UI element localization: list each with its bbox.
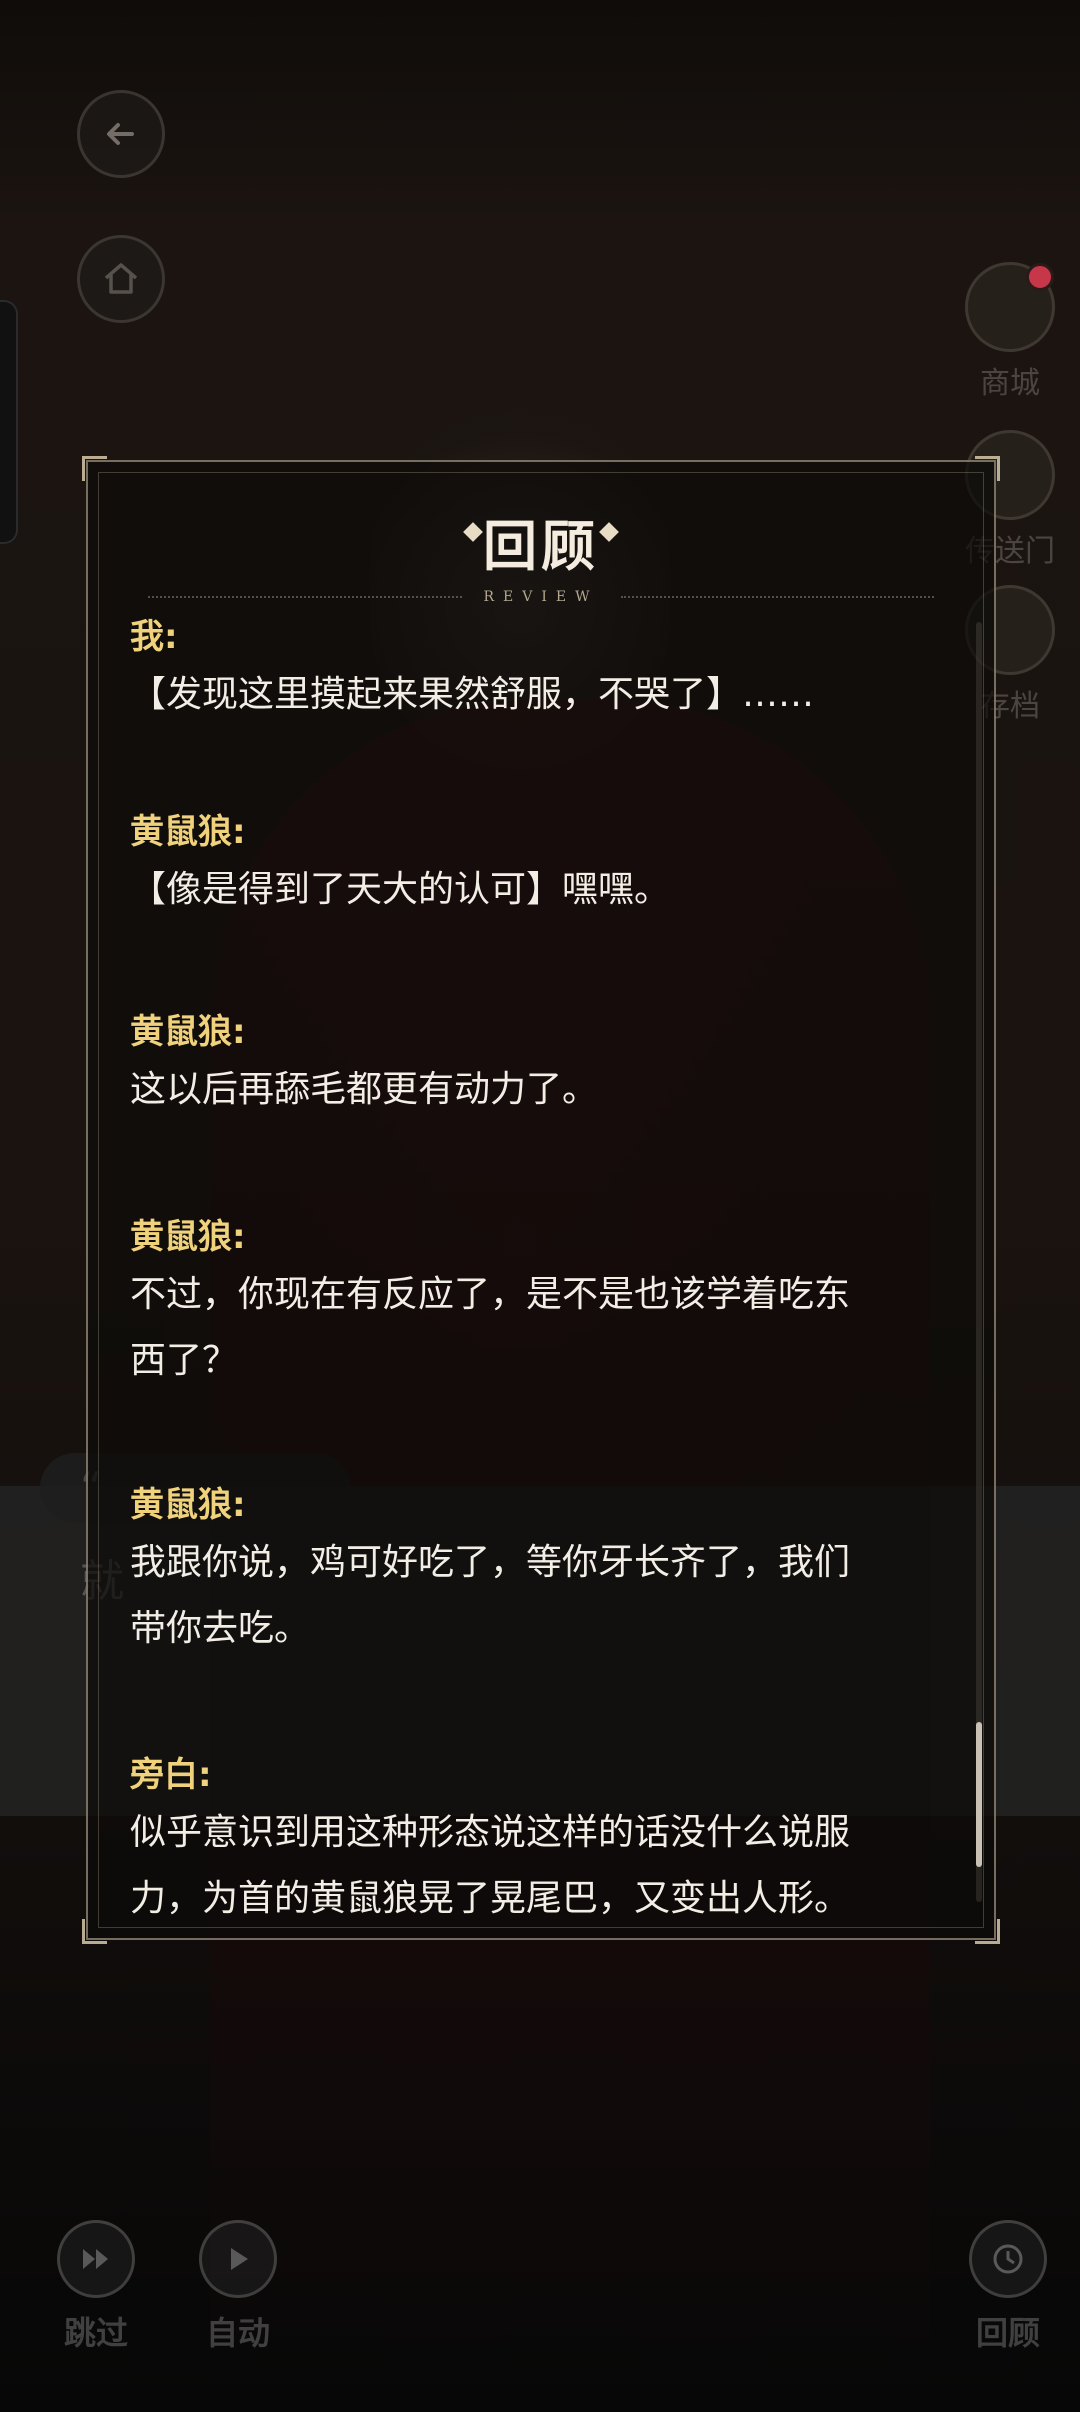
review-entry: 我: 【发现这里摸起来果然舒服，不哭了】……: [130, 612, 954, 728]
entry-text: 这以后再舔毛都更有动力了。: [130, 1069, 599, 1110]
review-label: 回顾: [975, 2314, 1040, 2352]
play-icon: [199, 2220, 277, 2298]
skip-label: 跳过: [63, 2314, 128, 2352]
notification-dot: [1026, 263, 1054, 291]
shop-avatar-icon: [965, 262, 1055, 352]
entry-text: 带你去吃。: [130, 1608, 311, 1649]
entry-text: 不过，你现在有反应了，是不是也该学着吃东: [130, 1274, 851, 1315]
corner-ornament: [975, 456, 1000, 481]
review-entry: 旁白: 似乎意识到用这种形态说这样的话没什么说服 力，为首的黄鼠狼晃了晃尾巴，又…: [130, 1750, 954, 1918]
review-log[interactable]: 我: 【发现这里摸起来果然舒服，不哭了】…… 黄鼠狼: 【像是得到了天大的认可】…: [130, 612, 954, 1918]
skip-button[interactable]: 跳过: [36, 2220, 156, 2354]
back-arrow-icon: [107, 123, 134, 145]
home-icon: [104, 263, 138, 294]
review-scrollbar[interactable]: [976, 622, 982, 1902]
corner-ornament: [82, 456, 107, 481]
entry-speaker: 旁白:: [130, 1755, 212, 1795]
entry-text: 似乎意识到用这种形态说这样的话没什么说服: [130, 1812, 851, 1853]
dotted-divider: [620, 596, 935, 598]
review-subtitle: REVIEW: [483, 589, 599, 605]
entry-speaker: 我:: [130, 617, 178, 657]
entry-speaker: 黄鼠狼:: [130, 1217, 246, 1257]
entry-text: 【像是得到了天大的认可】嘿嘿。: [130, 869, 671, 910]
shop-label: 商城: [980, 366, 1040, 401]
auto-button[interactable]: 自动: [178, 2220, 298, 2354]
home-button[interactable]: [77, 235, 165, 323]
entry-text: 力，为首的黄鼠狼晃了晃尾巴，又变出人形。: [130, 1878, 851, 1918]
auto-label: 自动: [205, 2314, 270, 2352]
entry-text: 西了？: [130, 1340, 239, 1381]
clock-icon: [969, 2220, 1047, 2298]
side-drawer-handle[interactable]: [0, 300, 18, 544]
entry-speaker: 黄鼠狼:: [130, 1485, 246, 1525]
review-button[interactable]: 回顾: [948, 2220, 1068, 2354]
review-subtitle-row: REVIEW: [148, 582, 935, 612]
entry-text: 我跟你说，鸡可好吃了，等你牙长齐了，我们: [130, 1542, 851, 1583]
shop-button[interactable]: 商城: [950, 262, 1070, 402]
entry-speaker: 黄鼠狼:: [130, 1012, 246, 1052]
corner-ornament: [82, 1919, 107, 1944]
review-entry: 黄鼠狼: 我跟你说，鸡可好吃了，等你牙长齐了，我们 带你去吃。: [130, 1480, 954, 1662]
review-entry: 黄鼠狼: 【像是得到了天大的认可】嘿嘿。: [130, 807, 954, 923]
scrollbar-thumb[interactable]: [976, 1722, 982, 1867]
entry-text: 【发现这里摸起来果然舒服，不哭了】……: [130, 674, 815, 715]
review-entry: 黄鼠狼: 这以后再舔毛都更有动力了。: [130, 1007, 954, 1123]
corner-ornament: [975, 1919, 1000, 1944]
review-entry: 黄鼠狼: 不过，你现在有反应了，是不是也该学着吃东 西了？: [130, 1212, 954, 1394]
review-panel[interactable]: 回顾 REVIEW 我: 【发现这里摸起来果然舒服，不哭了】…… 黄鼠狼: 【像…: [82, 456, 1000, 1944]
entry-speaker: 黄鼠狼:: [130, 812, 246, 852]
review-title: 回顾: [483, 515, 599, 578]
dotted-divider: [148, 596, 462, 598]
back-button[interactable]: [77, 90, 165, 178]
fast-forward-icon: [57, 2220, 135, 2298]
